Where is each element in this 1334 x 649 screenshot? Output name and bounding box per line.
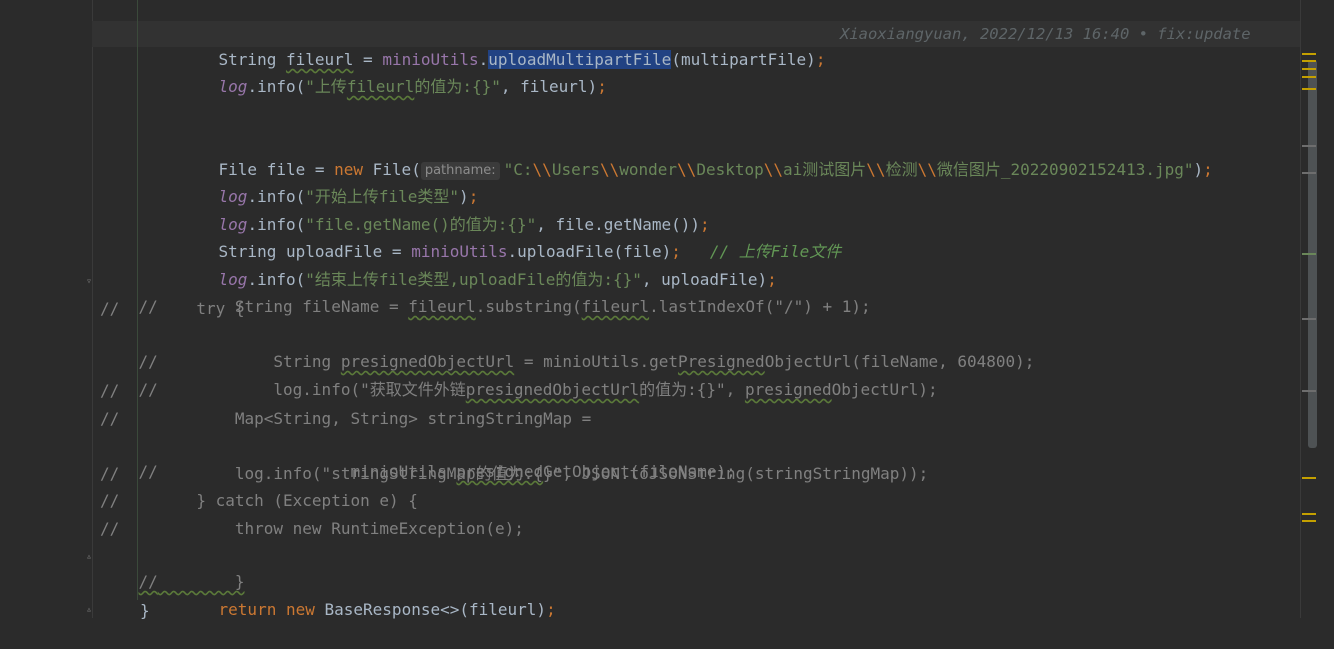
- code-token: ;: [546, 600, 556, 619]
- warning-stripe[interactable]: [1302, 53, 1316, 55]
- code-token: \\: [763, 160, 784, 179]
- commented-line[interactable]: // log.info("获取文件外链presignedObjectUrl的值为…: [100, 351, 938, 399]
- commented-line[interactable]: // try {: [100, 296, 245, 322]
- commented-line[interactable]: // minioUtils.presignedGetObject(fileNam…: [100, 433, 736, 481]
- code-token: log: [218, 77, 248, 96]
- comment-token: presigned: [744, 380, 832, 399]
- code-token: "C:: [503, 160, 533, 179]
- warning-stripe[interactable]: [1302, 88, 1316, 90]
- commented-line[interactable]: // } catch (Exception e) {: [100, 488, 418, 514]
- code-line[interactable]: log.info("file.getName()的值为:{}", file.ge…: [180, 186, 710, 234]
- info-stripe[interactable]: [1302, 145, 1316, 147]
- commented-line[interactable]: //: [100, 378, 119, 404]
- code-token: \\: [532, 160, 552, 179]
- code-line[interactable]: return new BaseResponse<>(fileurl);: [180, 571, 556, 619]
- change-stripe[interactable]: [1302, 253, 1316, 255]
- code-editor[interactable]: String fileurl = minioUtils.uploadMultip…: [92, 0, 1320, 620]
- code-token: 检测: [885, 160, 918, 179]
- code-token: \\: [917, 160, 937, 179]
- code-token: 的值为:{}": [414, 77, 501, 96]
- warning-stripe[interactable]: [1302, 513, 1316, 515]
- code-token: Desktop: [696, 160, 764, 179]
- comment-token: 的值为:{}",: [639, 380, 745, 399]
- git-blame-annotation: Xiaoxiangyuan, 2022/12/13 16:40 • fix:up…: [840, 25, 1251, 43]
- code-token: fileurl: [346, 77, 415, 96]
- code-token: 微信图片_20220902152413.jpg": [936, 160, 1194, 179]
- comment-token: //: [138, 572, 158, 591]
- comment-token: // log.info("获取文件外链: [138, 380, 466, 399]
- code-token: ai测试图片: [783, 160, 867, 179]
- info-stripe[interactable]: [1302, 318, 1316, 320]
- comment-token: .substring(: [475, 297, 582, 316]
- code-token: \\: [677, 160, 697, 179]
- code-token: ;: [597, 77, 607, 96]
- comment-token: ObjectUrl);: [831, 380, 938, 399]
- warning-stripe[interactable]: [1302, 60, 1316, 62]
- comment-token: fileurl: [408, 297, 476, 316]
- code-token: , fileurl): [500, 77, 598, 96]
- code-token: return: [218, 600, 286, 619]
- code-line[interactable]: String fileurl = minioUtils.uploadMultip…: [180, 21, 825, 69]
- code-line[interactable]: String uploadFile = minioUtils.uploadFil…: [180, 213, 842, 261]
- code-token: ): [1193, 160, 1204, 179]
- code-token: ;: [815, 50, 826, 69]
- code-token: "上传: [305, 77, 347, 96]
- code-line[interactable]: log.info("结束上传file类型,uploadFile的值为:{}", …: [180, 241, 777, 289]
- commented-line[interactable]: // String presignedObjectUrl = minioUtil…: [100, 323, 1035, 371]
- code-line[interactable]: log.info("上传fileurl的值为:{}", fileurl);: [180, 48, 607, 96]
- code-token: ;: [1203, 160, 1213, 179]
- comment-token: presignedObjectUrl: [465, 380, 640, 399]
- code-token: .info(: [247, 77, 306, 96]
- indent-guide: [137, 0, 138, 600]
- editor-gutter[interactable]: ▿ ▵ ▵: [0, 0, 92, 618]
- code-token: (multipartFile): [671, 50, 816, 69]
- commented-line[interactable]: // String fileName = fileurl.substring(f…: [100, 268, 871, 316]
- code-line[interactable]: File file = new File(pathname: "C:\\Users…: [180, 131, 1213, 180]
- commented-line[interactable]: // }: [100, 543, 245, 591]
- warning-stripe[interactable]: [1302, 68, 1316, 70]
- comment-token: .lastIndexOf("/") + 1);: [649, 297, 871, 316]
- code-token: new: [285, 600, 325, 619]
- code-token: wonder: [619, 160, 678, 179]
- warning-stripe[interactable]: [1302, 76, 1316, 78]
- commented-line[interactable]: // throw new RuntimeException(e);: [100, 516, 524, 542]
- warning-stripe[interactable]: [1302, 477, 1316, 479]
- commented-line[interactable]: // Map<String, String> stringStringMap =: [100, 406, 591, 432]
- comment-token: fileurl: [581, 297, 650, 316]
- code-token: BaseResponse<>(fileurl): [324, 600, 547, 619]
- info-stripe[interactable]: [1302, 390, 1316, 392]
- code-line[interactable]: }: [140, 598, 150, 624]
- info-stripe[interactable]: [1302, 172, 1316, 174]
- editor-scrollbar[interactable]: [1300, 0, 1334, 618]
- warning-stripe[interactable]: [1302, 520, 1316, 522]
- commented-line[interactable]: // log.info("stringStringMap的值为:{}", JSO…: [100, 461, 928, 487]
- code-token: Users: [551, 160, 600, 179]
- code-token: \\: [866, 160, 886, 179]
- code-token: \\: [599, 160, 620, 179]
- code-line[interactable]: log.info("开始上传file类型");: [180, 158, 479, 206]
